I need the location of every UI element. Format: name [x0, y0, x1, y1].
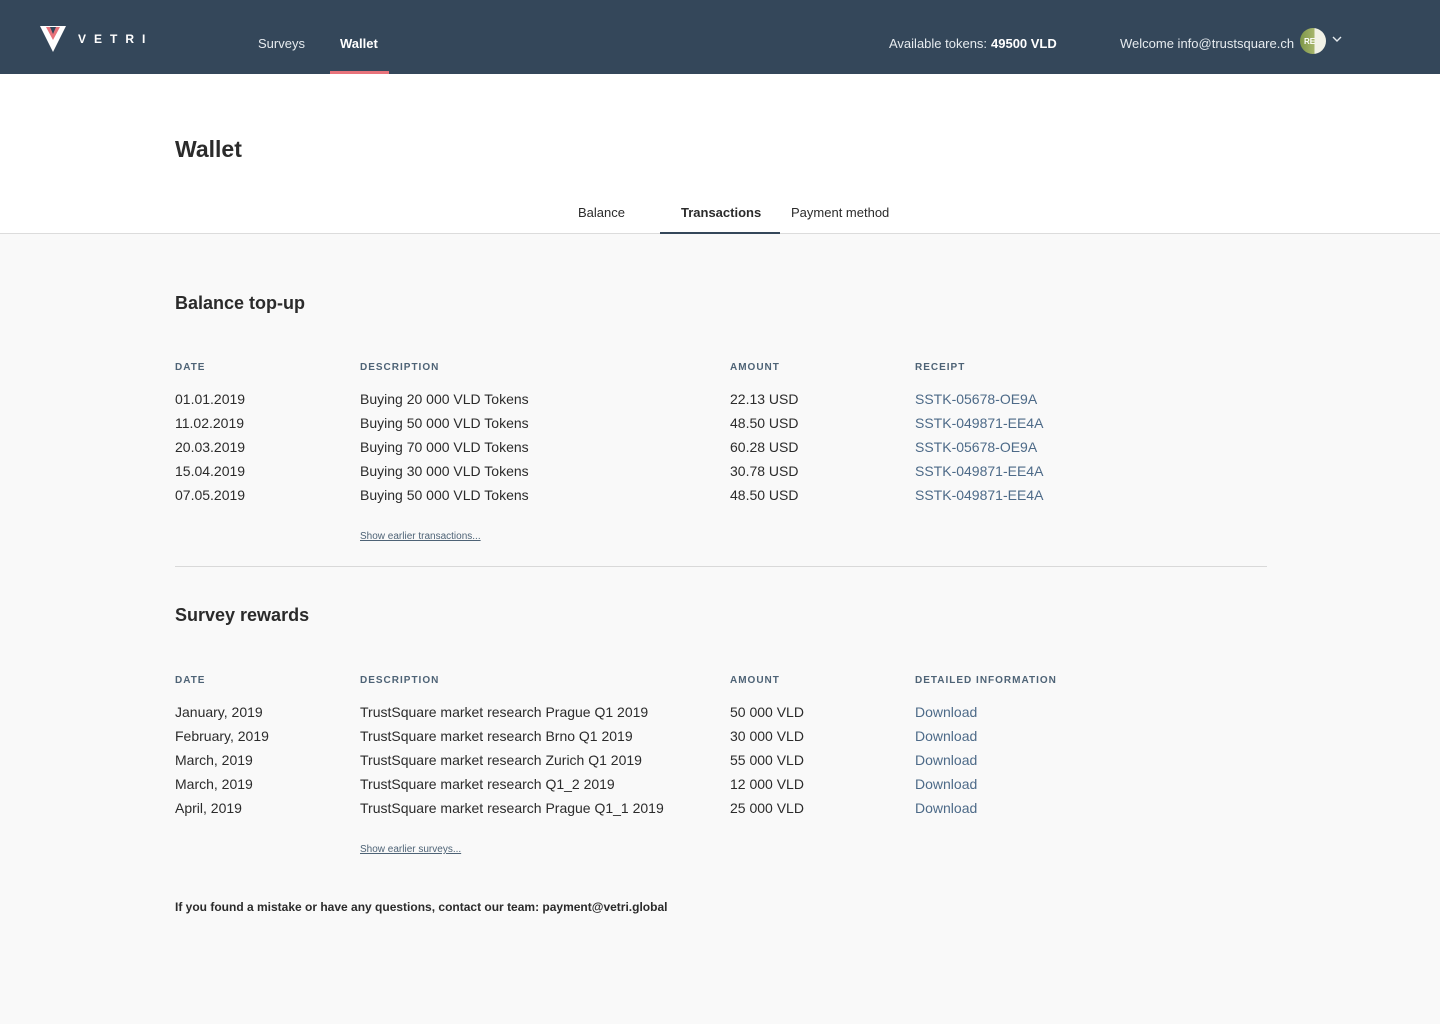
reward-date: January, 2019	[175, 704, 263, 720]
topup-header-receipt: RECEIPT	[915, 362, 966, 373]
tab-active-indicator	[660, 232, 780, 234]
rewards-header-info: DETAILED INFORMATION	[915, 675, 1057, 686]
chevron-down-icon[interactable]	[1331, 34, 1343, 44]
vetri-logo-icon	[40, 26, 66, 52]
reward-description: TrustSquare market research Prague Q1 20…	[360, 704, 649, 720]
reward-date: February, 2019	[175, 728, 269, 744]
download-link[interactable]: Download	[915, 704, 977, 720]
topup-description: Buying 30 000 VLD Tokens	[360, 463, 529, 479]
section-divider	[175, 566, 1267, 567]
topup-description: Buying 50 000 VLD Tokens	[360, 415, 529, 431]
reward-description: TrustSquare market research Zurich Q1 20…	[360, 752, 642, 768]
page-title: Wallet	[175, 136, 242, 162]
topup-amount: 48.50 USD	[730, 487, 799, 503]
topup-description: Buying 50 000 VLD Tokens	[360, 487, 529, 503]
rewards-header-date: DATE	[175, 675, 206, 686]
vetri-logo[interactable]: VETRI	[40, 26, 160, 54]
nav-wallet[interactable]: Wallet	[340, 36, 378, 51]
download-link[interactable]: Download	[915, 752, 977, 768]
topup-date: 11.02.2019	[175, 415, 245, 431]
topup-amount: 48.50 USD	[730, 415, 799, 431]
reward-amount: 12 000 VLD	[730, 776, 804, 792]
topup-header-amount: AMOUNT	[730, 362, 780, 373]
nav-surveys[interactable]: Surveys	[258, 36, 305, 51]
avatar-initials: RE	[1304, 37, 1316, 46]
reward-date: March, 2019	[175, 776, 253, 792]
topup-date: 07.05.2019	[175, 487, 246, 503]
logo-text: VETRI	[78, 32, 154, 46]
show-earlier-transactions-link[interactable]: Show earlier transactions...	[360, 531, 481, 542]
receipt-link[interactable]: SSTK-049871-EE4A	[915, 415, 1043, 431]
reward-description: TrustSquare market research Prague Q1_1 …	[360, 800, 664, 816]
available-tokens-value: 49500 VLD	[991, 36, 1057, 51]
topup-amount: 22.13 USD	[730, 391, 799, 407]
reward-date: March, 2019	[175, 752, 253, 768]
survey-rewards-title: Survey rewards	[175, 605, 310, 625]
receipt-link[interactable]: SSTK-05678-OE9A	[915, 391, 1037, 407]
top-navbar: VETRI Surveys Wallet Available tokens: 4…	[0, 0, 1440, 74]
available-tokens-label: Available tokens:	[889, 36, 988, 51]
download-link[interactable]: Download	[915, 800, 977, 816]
reward-amount: 55 000 VLD	[730, 752, 804, 768]
tab-transactions[interactable]: Transactions	[681, 205, 761, 220]
topup-amount: 30.78 USD	[730, 463, 799, 479]
reward-description: TrustSquare market research Brno Q1 2019	[360, 728, 633, 744]
balance-topup-title: Balance top-up	[175, 293, 306, 313]
topup-date: 15.04.2019	[175, 463, 246, 479]
topup-description: Buying 70 000 VLD Tokens	[360, 439, 529, 455]
rewards-header-description: DESCRIPTION	[360, 675, 440, 686]
topup-date: 01.01.2019	[175, 391, 246, 407]
welcome-text: Welcome info@trustsquare.ch	[1120, 36, 1295, 51]
topup-header-description: DESCRIPTION	[360, 362, 440, 373]
show-earlier-surveys-link[interactable]: Show earlier surveys...	[360, 844, 461, 855]
contact-note: If you found a mistake or have any quest…	[175, 900, 668, 914]
reward-amount: 30 000 VLD	[730, 728, 804, 744]
tab-payment-method[interactable]: Payment method	[791, 205, 889, 220]
rewards-header-amount: AMOUNT	[730, 675, 780, 686]
topup-amount: 60.28 USD	[730, 439, 799, 455]
tab-balance[interactable]: Balance	[578, 205, 625, 220]
reward-amount: 50 000 VLD	[730, 704, 804, 720]
reward-date: April, 2019	[175, 800, 242, 816]
receipt-link[interactable]: SSTK-049871-EE4A	[915, 463, 1043, 479]
receipt-link[interactable]: SSTK-049871-EE4A	[915, 487, 1043, 503]
topup-description: Buying 20 000 VLD Tokens	[360, 391, 529, 407]
reward-amount: 25 000 VLD	[730, 800, 804, 816]
reward-description: TrustSquare market research Q1_2 2019	[360, 776, 615, 792]
receipt-link[interactable]: SSTK-05678-OE9A	[915, 439, 1037, 455]
topup-date: 20.03.2019	[175, 439, 246, 455]
topup-header-date: DATE	[175, 362, 206, 373]
download-link[interactable]: Download	[915, 776, 977, 792]
user-avatar[interactable]: RE	[1300, 28, 1326, 54]
download-link[interactable]: Download	[915, 728, 977, 744]
